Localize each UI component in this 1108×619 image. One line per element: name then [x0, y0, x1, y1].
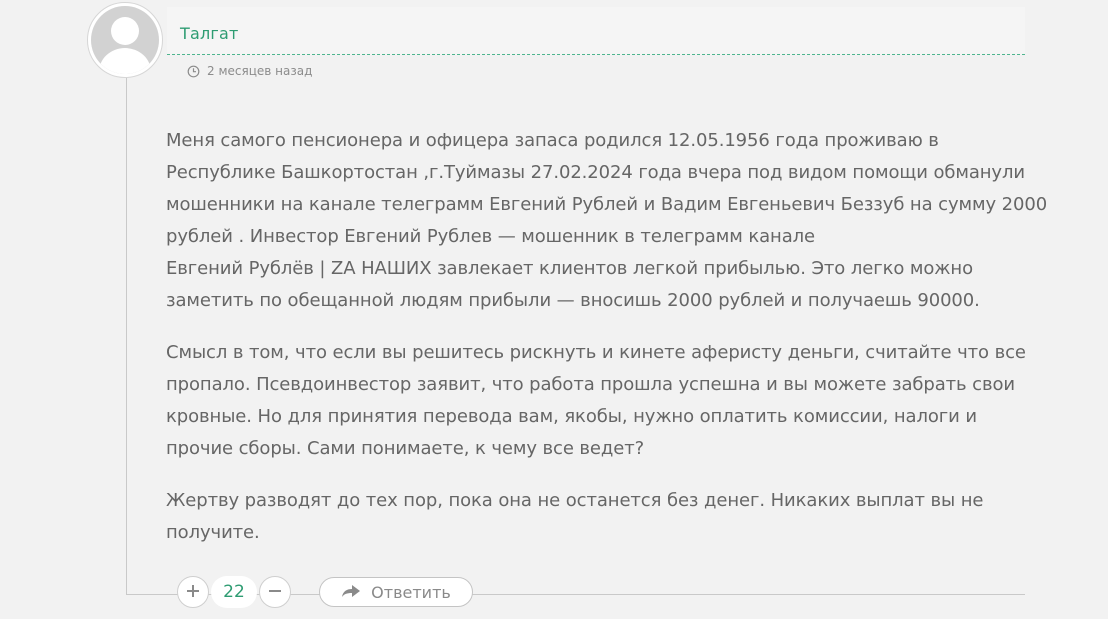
comment-line: пропало. Псевдоинвестор заявит, что рабо… — [166, 374, 1015, 395]
comment-line: прочие сборы. Сами понимаете, к чему все… — [166, 438, 645, 459]
comment-paragraph: Смысл в том, что если вы решитесь рискну… — [166, 337, 1036, 465]
comment-line: Меня самого пенсионера и офицера запаса … — [166, 130, 939, 151]
downvote-button[interactable] — [259, 576, 291, 608]
comment-paragraph: Жертву разводят до тех пор, пока она не … — [166, 485, 1036, 549]
comment-meta: 2 месяцев назад — [187, 64, 312, 78]
comment-timestamp: 2 месяцев назад — [207, 64, 313, 78]
comment-card: Талгат 2 месяцев назад Меня самого пенси… — [0, 0, 1108, 619]
comment-line: Евгений Рублёв | ZA НАШИХ завлекает клие… — [166, 258, 973, 279]
thread-line — [126, 70, 127, 594]
comment-line: заметить по обещанной людям прибыли — вн… — [166, 290, 980, 311]
upvote-button[interactable] — [177, 576, 209, 608]
vote-count: 22 — [211, 576, 257, 608]
plus-icon — [186, 583, 200, 602]
comment-line: Смысл в том, что если вы решитесь рискну… — [166, 342, 1026, 363]
comment-header — [167, 7, 1025, 55]
comment-line: рублей . Инвестор Евгений Рублев — мошен… — [166, 226, 816, 247]
clock-icon — [187, 65, 200, 78]
minus-icon — [268, 583, 282, 602]
comment-line: получите. — [166, 522, 260, 543]
reply-button-label: Ответить — [371, 582, 451, 602]
user-silhouette-icon — [91, 6, 159, 74]
comment-line: Жертву разводят до тех пор, пока она не … — [166, 490, 984, 511]
reply-arrow-icon — [341, 583, 361, 602]
avatar — [87, 2, 163, 78]
comment-line: кровные. Но для принятия перевода вам, я… — [166, 406, 977, 427]
reply-button[interactable]: Ответить — [319, 577, 473, 607]
author-name-link[interactable]: Талгат — [180, 24, 239, 43]
comment-body: Меня самого пенсионера и офицера запаса … — [166, 125, 1048, 569]
comment-line: Республике Башкортостан ,г.Туймазы 27.02… — [166, 162, 1025, 183]
comment-paragraph: Меня самого пенсионера и офицера запаса … — [166, 125, 1048, 317]
comment-line: мошенники на канале телеграмм Евгений Ру… — [166, 194, 1048, 215]
